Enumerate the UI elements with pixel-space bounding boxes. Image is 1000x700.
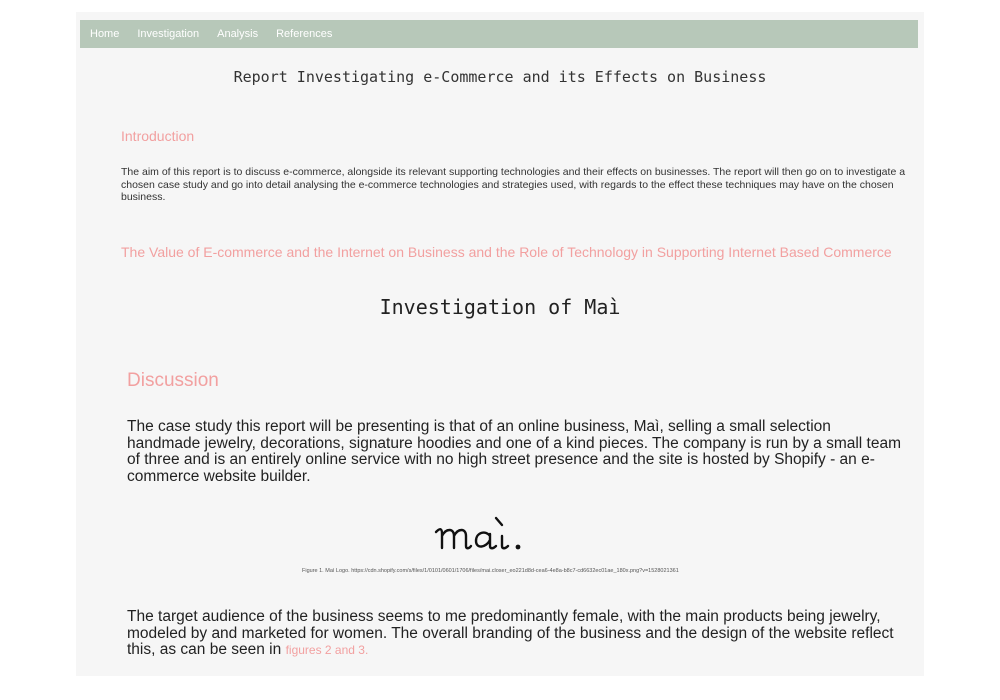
top-navbar: Home Investigation Analysis References — [80, 20, 918, 48]
nav-home[interactable]: Home — [80, 28, 128, 40]
audience-text: The target audience of the business seem… — [127, 608, 894, 658]
value-section-heading: The Value of E-commerce and the Internet… — [121, 244, 892, 260]
figures-link[interactable]: figures 2 and 3. — [286, 643, 369, 657]
nav-analysis[interactable]: Analysis — [208, 28, 267, 40]
introduction-text: The aim of this report is to discuss e-c… — [121, 166, 906, 203]
report-title: Report Investigating e-Commerce and its … — [233, 68, 767, 86]
investigation-title: Investigation of Maì — [379, 295, 621, 319]
introduction-heading: Introduction — [121, 128, 195, 144]
mai-logo — [434, 516, 521, 550]
figure-caption: Figure 1. Maì Logo. https://cdn.shopify.… — [302, 568, 679, 574]
audience-paragraph: The target audience of the business seem… — [127, 608, 907, 659]
discussion-text: The case study this report will be prese… — [127, 418, 902, 485]
nav-references[interactable]: References — [267, 28, 341, 40]
nav-investigation[interactable]: Investigation — [128, 28, 208, 40]
discussion-heading: Discussion — [127, 370, 219, 391]
page: Home Investigation Analysis References R… — [76, 12, 924, 676]
